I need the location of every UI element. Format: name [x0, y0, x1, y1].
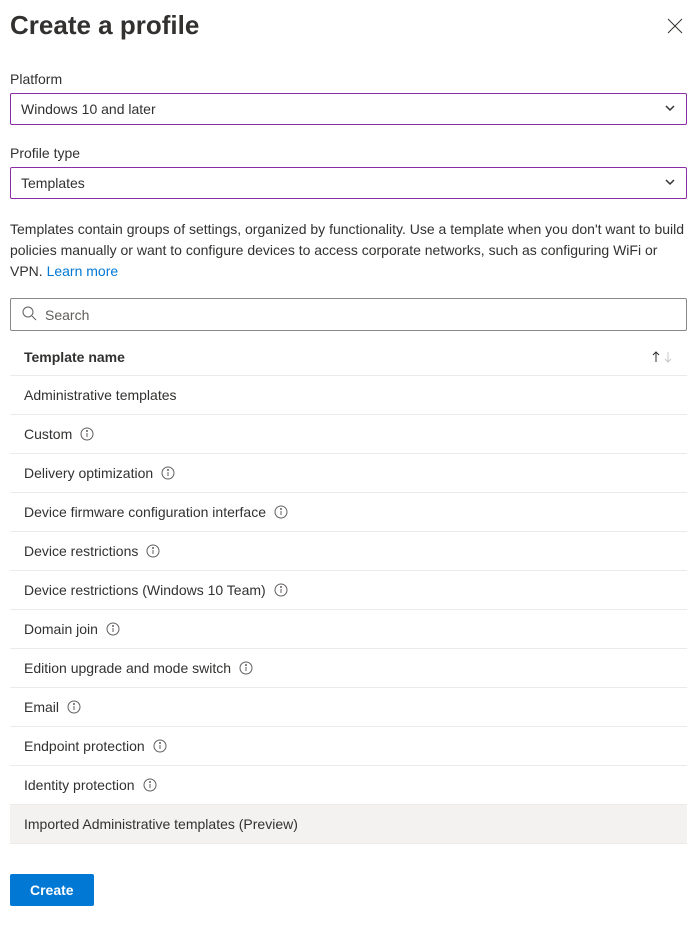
search-icon [21, 305, 45, 324]
template-name: Device restrictions (Windows 10 Team) [24, 582, 266, 598]
info-icon[interactable] [67, 700, 81, 714]
chevron-down-icon [664, 101, 676, 117]
table-header[interactable]: Template name [10, 339, 687, 376]
info-icon[interactable] [146, 544, 160, 558]
template-row[interactable]: Device firmware configuration interface [10, 493, 687, 532]
template-row[interactable]: Device restrictions [10, 532, 687, 571]
template-name: Delivery optimization [24, 465, 153, 481]
platform-label: Platform [10, 71, 687, 87]
template-row[interactable]: Endpoint protection [10, 727, 687, 766]
template-name: Device restrictions [24, 543, 138, 559]
template-row[interactable]: Custom [10, 415, 687, 454]
platform-value: Windows 10 and later [21, 101, 156, 117]
template-name: Domain join [24, 621, 98, 637]
info-icon[interactable] [153, 739, 167, 753]
info-icon[interactable] [80, 427, 94, 441]
create-button[interactable]: Create [10, 874, 94, 906]
chevron-down-icon [664, 175, 676, 191]
dialog-header: Create a profile [10, 10, 687, 41]
close-icon[interactable] [663, 14, 687, 41]
template-name: Email [24, 699, 59, 715]
info-icon[interactable] [106, 622, 120, 636]
profile-type-select[interactable]: Templates [10, 167, 687, 199]
template-name: Administrative templates [24, 387, 177, 403]
template-name: Endpoint protection [24, 738, 145, 754]
template-row[interactable]: Imported Administrative templates (Previ… [10, 805, 687, 844]
platform-select[interactable]: Windows 10 and later [10, 93, 687, 125]
template-list: Administrative templates Custom Delivery o… [10, 376, 687, 844]
template-row[interactable]: Email [10, 688, 687, 727]
info-icon[interactable] [239, 661, 253, 675]
info-icon[interactable] [274, 583, 288, 597]
template-row[interactable]: Edition upgrade and mode switch [10, 649, 687, 688]
template-name: Custom [24, 426, 72, 442]
profile-type-value: Templates [21, 175, 85, 191]
profile-type-field: Profile type Templates [10, 145, 687, 199]
page-title: Create a profile [10, 10, 199, 41]
search-box[interactable] [10, 298, 687, 331]
template-row[interactable]: Device restrictions (Windows 10 Team) [10, 571, 687, 610]
template-name: Device firmware configuration interface [24, 504, 266, 520]
template-name: Imported Administrative templates (Previ… [24, 816, 298, 832]
template-row[interactable]: Delivery optimization [10, 454, 687, 493]
profile-type-label: Profile type [10, 145, 687, 161]
column-header-name: Template name [24, 349, 125, 365]
template-row[interactable]: Domain join [10, 610, 687, 649]
info-icon[interactable] [161, 466, 175, 480]
search-input[interactable] [45, 307, 676, 323]
info-icon[interactable] [143, 778, 157, 792]
template-row[interactable]: Administrative templates [10, 376, 687, 415]
platform-field: Platform Windows 10 and later [10, 71, 687, 125]
template-name: Edition upgrade and mode switch [24, 660, 231, 676]
learn-more-link[interactable]: Learn more [47, 263, 119, 279]
template-row[interactable]: Identity protection [10, 766, 687, 805]
info-icon[interactable] [274, 505, 288, 519]
sort-control[interactable] [651, 351, 673, 363]
template-name: Identity protection [24, 777, 135, 793]
description-text: Templates contain groups of settings, or… [10, 219, 687, 282]
